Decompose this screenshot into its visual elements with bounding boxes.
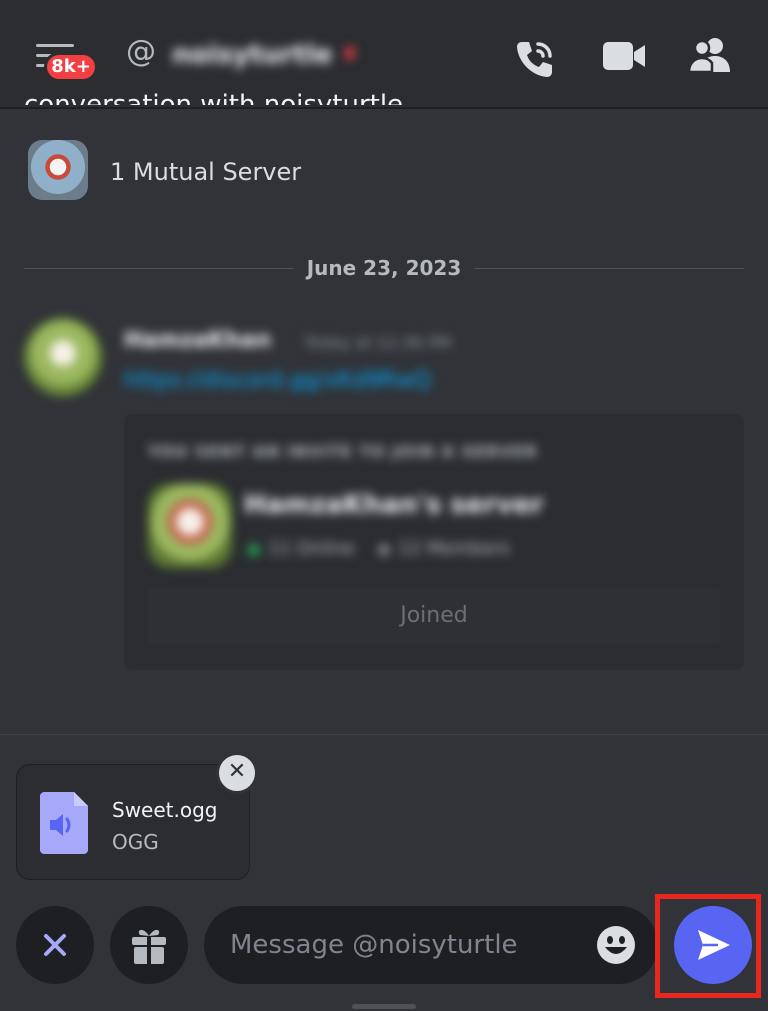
attachment-file-type: OGG [112, 830, 159, 854]
unread-badge: 8k+ [44, 52, 98, 82]
message-author[interactable]: HamzaKhan [124, 328, 271, 353]
message-timestamp: Today at 11:36 PM [304, 333, 452, 352]
invite-link[interactable]: https://discord.gg/xKd9RwQ [124, 368, 431, 393]
emoji-icon[interactable] [596, 925, 636, 965]
status-mark: ♦ [340, 42, 360, 67]
invite-heading: YOU SENT AN INVITE TO JOIN A SERVER [148, 442, 538, 461]
at-symbol: @ [126, 34, 156, 69]
member-status-dot [378, 544, 390, 556]
close-icon [44, 934, 66, 956]
invite-member-count: 12 Members [398, 538, 511, 559]
mutual-server-avatar[interactable] [28, 140, 88, 200]
remove-attachment-button[interactable]: ✕ [216, 752, 258, 794]
message-input[interactable] [230, 924, 570, 966]
invite-server-name: HamzaKhan's server [244, 490, 544, 520]
composer-separator [0, 734, 768, 735]
date-divider-right [474, 268, 744, 269]
phone-call-icon[interactable] [512, 36, 558, 82]
date-divider-label: June 23, 2023 [306, 256, 462, 280]
joined-button[interactable]: Joined [148, 588, 720, 644]
gift-icon [132, 929, 166, 964]
author-avatar[interactable] [24, 318, 102, 396]
dm-username[interactable]: noisyturtle [172, 40, 332, 70]
invite-online-count: 11 Online [268, 538, 355, 559]
video-camera-icon[interactable] [602, 40, 646, 72]
date-divider-left [24, 268, 294, 269]
gift-button[interactable] [110, 906, 188, 984]
audio-file-icon [40, 792, 88, 854]
header-divider [0, 107, 768, 109]
attachment-file-name: Sweet.ogg [112, 798, 218, 822]
mutual-servers-label[interactable]: 1 Mutual Server [110, 158, 301, 186]
invite-server-icon [148, 484, 232, 568]
members-icon[interactable] [687, 36, 732, 74]
home-indicator [352, 1004, 416, 1009]
send-button-highlight [655, 894, 761, 998]
online-status-dot [248, 544, 260, 556]
message-input-container[interactable] [204, 906, 658, 984]
close-button[interactable] [16, 906, 94, 984]
